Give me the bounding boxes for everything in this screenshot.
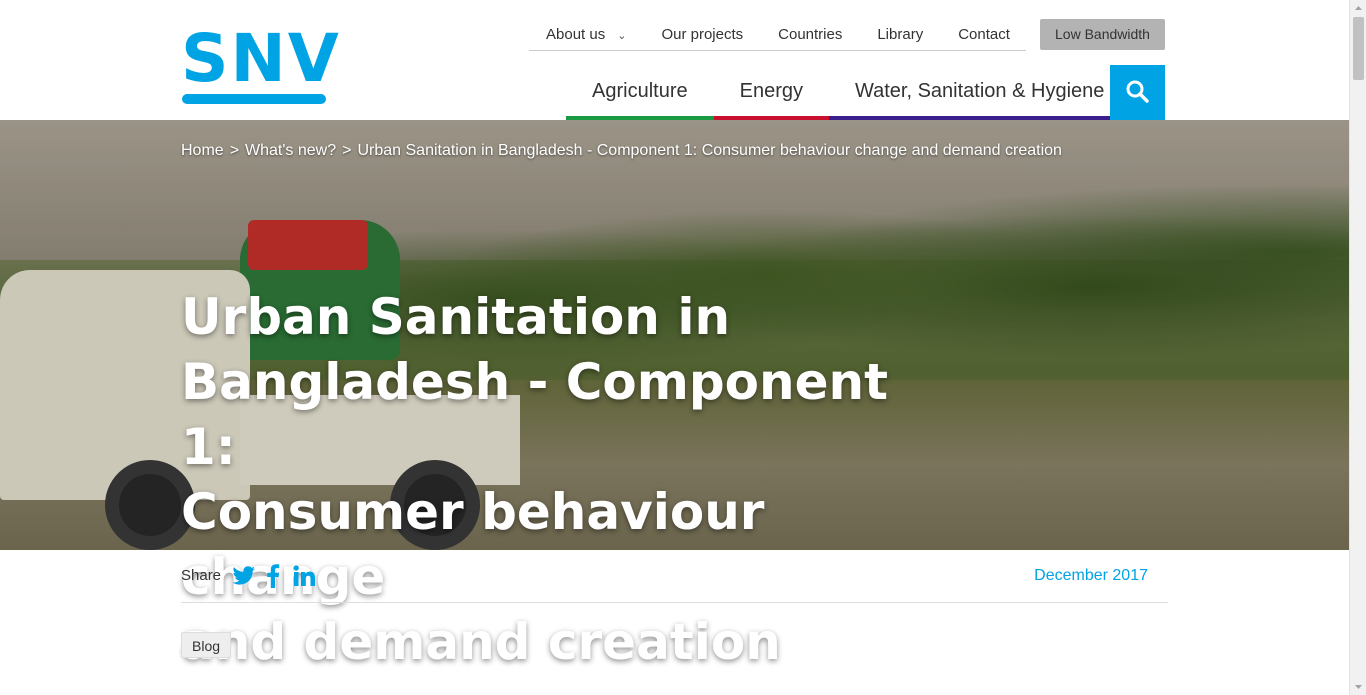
logo-underline <box>182 94 326 104</box>
publish-date: December 2017 <box>1034 567 1148 584</box>
topnav-item-contact[interactable]: Contact <box>941 20 1028 50</box>
topnav-item-countries[interactable]: Countries <box>761 20 860 50</box>
topnav-item-library[interactable]: Library <box>860 20 941 50</box>
main-navigation: Agriculture Energy Water, Sanitation & H… <box>566 70 1131 120</box>
scrollbar-thumb[interactable] <box>1353 17 1364 80</box>
title-line: and demand creation <box>181 613 781 671</box>
tag-blog[interactable]: Blog <box>181 632 232 658</box>
share-label: Share <box>181 567 222 584</box>
low-bandwidth-button[interactable]: Low Bandwidth <box>1040 19 1165 50</box>
mainnav-label: Agriculture <box>592 80 688 102</box>
breadcrumb-whats-new[interactable]: What's new? <box>245 142 336 159</box>
mainnav-item-wash[interactable]: Water, Sanitation & Hygiene <box>828 70 1131 120</box>
breadcrumb-home[interactable]: Home <box>181 142 224 159</box>
twitter-icon[interactable] <box>232 564 256 588</box>
topnav-label: About us <box>546 26 606 43</box>
topnav-label: Countries <box>778 26 843 43</box>
mainnav-item-agriculture[interactable]: Agriculture <box>566 70 714 120</box>
top-navigation: About us ⌄ Our projects Countries Library… <box>529 20 1026 51</box>
scrollbar[interactable] <box>1349 0 1366 695</box>
topnav-item-our-projects[interactable]: Our projects <box>644 20 761 50</box>
logo-text: SNV <box>181 20 341 97</box>
search-icon <box>1126 80 1149 103</box>
topnav-label: Our projects <box>661 26 744 43</box>
mainnav-label: Water, Sanitation & Hygiene <box>854 80 1105 102</box>
mainnav-item-energy[interactable]: Energy <box>713 70 829 120</box>
breadcrumb-separator: > <box>342 142 352 159</box>
title-line: Bangladesh - Component 1: <box>181 353 889 476</box>
facebook-icon[interactable] <box>266 564 280 588</box>
title-line: Urban Sanitation in <box>181 288 731 346</box>
breadcrumb: Home > What's new? > Urban Sanitation in Ban… <box>181 142 1062 160</box>
breadcrumb-current: Urban Sanitation in Bangladesh - Compone… <box>357 142 1062 159</box>
search-button[interactable] <box>1110 65 1165 120</box>
topnav-label: Contact <box>958 26 1010 43</box>
share-row: Share December 2017 <box>181 560 1168 603</box>
snv-logo[interactable]: SNV <box>181 20 341 104</box>
linkedin-icon[interactable] <box>293 564 315 588</box>
breadcrumb-separator: > <box>229 142 240 159</box>
page-title: Urban Sanitation in Bangladesh - Compone… <box>181 285 921 675</box>
topnav-label: Library <box>877 26 924 43</box>
scroll-down-arrow-icon[interactable] <box>1350 678 1366 695</box>
site-header: SNV About us ⌄ Our projects Countries Lib… <box>0 0 1349 120</box>
scroll-up-arrow-icon[interactable] <box>1350 0 1366 17</box>
topnav-item-about-us[interactable]: About us ⌄ <box>529 20 644 50</box>
chevron-down-icon: ⌄ <box>617 30 627 42</box>
mainnav-label: Energy <box>739 80 803 102</box>
